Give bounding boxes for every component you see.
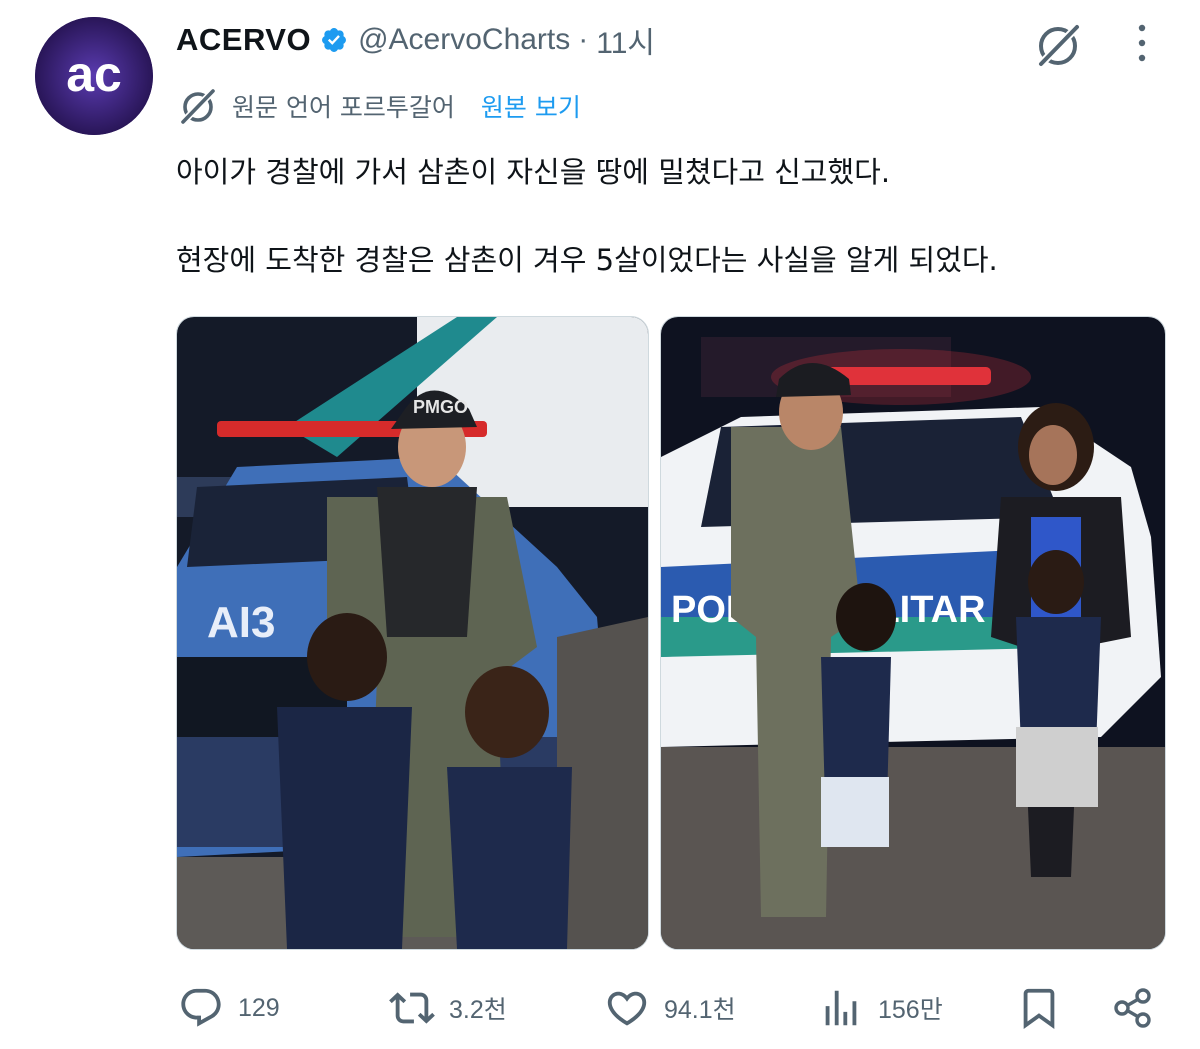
reply-icon — [178, 985, 224, 1031]
translation-row: 원문 언어 포르투갈어 원본 보기 — [176, 86, 581, 126]
tweet-text-line: 현장에 도착한 경찰은 삼촌이 겨우 5살이었다는 사실을 알게 되었다. — [176, 243, 998, 277]
share-icon — [1110, 985, 1156, 1031]
more-icon[interactable] — [1127, 18, 1157, 68]
photo-officer-woman-boys: POLÍCIA MILITAR — [661, 317, 1165, 949]
tweet-photo-2[interactable]: POLÍCIA MILITAR — [660, 316, 1166, 950]
reply-count: 129 — [238, 993, 280, 1022]
grok-icon[interactable] — [1032, 19, 1084, 71]
author-handle[interactable]: @AcervoCharts — [358, 23, 570, 57]
tweet-header: ACERVO @AcervoCharts · 11시 — [176, 18, 655, 62]
separator-dot: · — [578, 23, 589, 56]
bookmark-button[interactable] — [1016, 980, 1062, 1036]
display-name[interactable]: ACERVO — [176, 22, 311, 58]
repost-button[interactable]: 3.2천 — [389, 980, 507, 1036]
translate-icon — [176, 84, 220, 128]
views-button[interactable]: 156만 — [818, 980, 943, 1036]
avatar[interactable]: ac — [35, 17, 153, 135]
tweet-text: 아이가 경찰에 가서 삼촌이 자신을 땅에 밀쳤다고 신고했다. 현장에 도착한… — [176, 150, 1166, 282]
verified-badge-icon[interactable] — [320, 26, 348, 54]
timestamp[interactable]: 11시 — [596, 18, 655, 62]
bookmark-icon — [1016, 985, 1062, 1031]
photo-officer-with-boys: AI3 PMGO — [177, 317, 648, 949]
views-count: 156만 — [878, 996, 943, 1024]
avatar-logo: ac — [35, 17, 153, 135]
action-bar: 129 3.2천 94.1천 156만 — [0, 980, 1200, 1036]
avatar-text: ac — [66, 46, 122, 102]
like-count: 94.1천 — [664, 996, 736, 1024]
heart-icon — [604, 985, 650, 1031]
repost-icon — [389, 985, 435, 1031]
photo1-car-lettering: AI3 — [207, 598, 275, 647]
share-button[interactable] — [1110, 980, 1156, 1036]
repost-count: 3.2천 — [449, 996, 507, 1024]
show-original-link[interactable]: 원본 보기 — [481, 88, 581, 124]
like-button[interactable]: 94.1천 — [604, 980, 736, 1036]
tweet-text-line: 아이가 경찰에 가서 삼촌이 자신을 땅에 밀쳤다고 신고했다. — [176, 155, 891, 189]
photo1-cap-text: PMGO — [413, 397, 468, 417]
tweet-photo-1[interactable]: AI3 PMGO — [176, 316, 649, 950]
views-icon — [818, 985, 864, 1031]
translation-label: 원문 언어 포르투갈어 — [232, 93, 455, 122]
reply-button[interactable]: 129 — [178, 980, 280, 1036]
